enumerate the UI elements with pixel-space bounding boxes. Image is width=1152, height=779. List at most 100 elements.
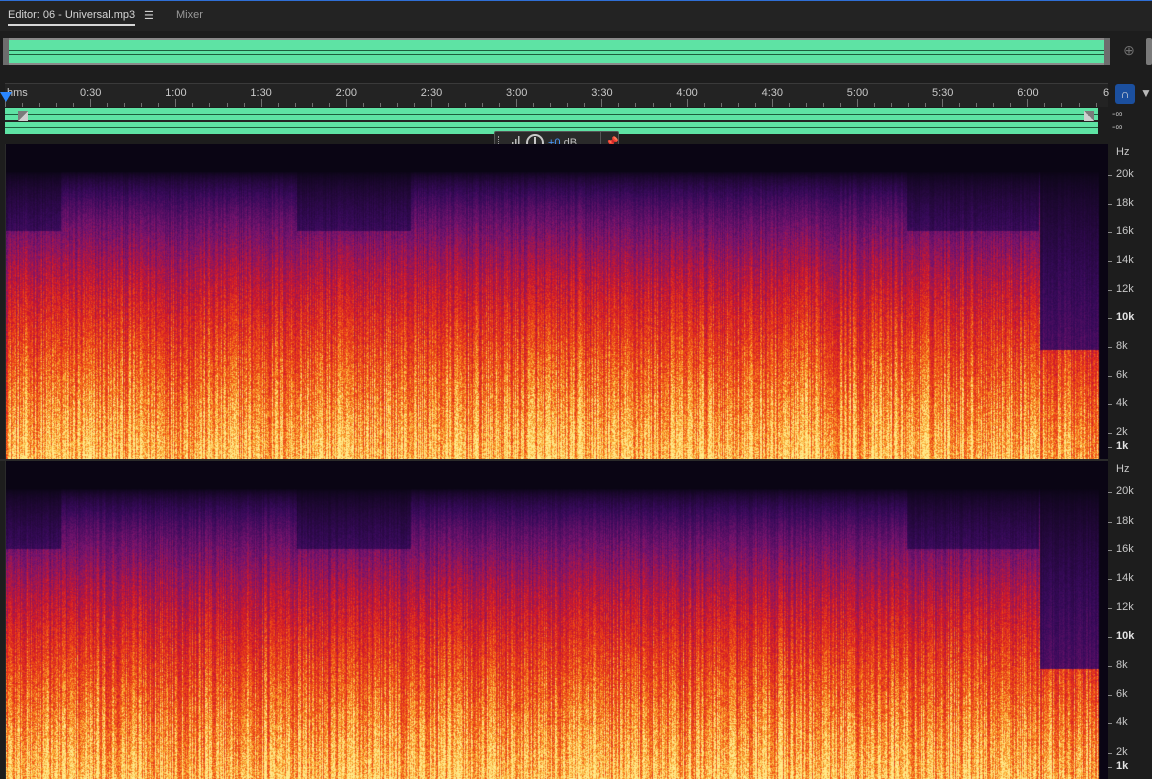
ruler-tick bbox=[1044, 103, 1046, 107]
ruler-tick bbox=[550, 103, 552, 107]
tab-mixer[interactable]: Mixer bbox=[176, 9, 203, 21]
frequency-ruler-left: Hz 20k 18k 16k 14k 12k 10k 8k 6k 4k 2k 1k bbox=[1108, 144, 1152, 459]
frequency-label: 14k bbox=[1116, 572, 1134, 585]
db-readout: -∞ -∞ bbox=[1112, 108, 1122, 134]
ruler-tick bbox=[311, 103, 313, 107]
overview-right-handle[interactable] bbox=[1104, 38, 1110, 65]
marker-pin-icon[interactable]: ▼ bbox=[1140, 86, 1152, 100]
ruler-tick bbox=[959, 103, 961, 107]
frequency-label: 18k bbox=[1116, 197, 1134, 209]
ruler-tick bbox=[277, 103, 279, 107]
overview-navigator[interactable] bbox=[5, 38, 1109, 65]
ruler-tick bbox=[601, 99, 603, 107]
frequency-label: 12k bbox=[1116, 601, 1134, 614]
ruler-tick bbox=[1061, 103, 1063, 107]
ruler-tick bbox=[669, 103, 671, 107]
playhead-marker[interactable] bbox=[0, 92, 12, 102]
frequency-label: 4k bbox=[1116, 716, 1128, 729]
frequency-label: 18k bbox=[1116, 514, 1134, 527]
frequency-label: 8k bbox=[1116, 340, 1128, 352]
ruler-tick bbox=[209, 103, 211, 107]
frequency-tick bbox=[1108, 521, 1112, 523]
ruler-tick bbox=[465, 103, 467, 107]
panel-menu-icon[interactable]: ☰ bbox=[144, 9, 154, 22]
ruler-tick bbox=[874, 103, 876, 107]
ruler-time-label: 6:00 bbox=[1017, 87, 1039, 99]
ruler-tick bbox=[226, 103, 228, 107]
frequency-tick bbox=[1108, 579, 1112, 581]
panel-tab-bar: Editor: 06 - Universal.mp3 ☰ Mixer bbox=[0, 0, 1152, 31]
waveform-line bbox=[5, 114, 1098, 115]
spectrogram-canvas bbox=[6, 144, 1108, 459]
spectrogram-left-channel[interactable] bbox=[5, 144, 1108, 459]
ruler-tick bbox=[328, 103, 330, 107]
ruler-tick bbox=[754, 103, 756, 107]
ruler-time-label: 1:00 bbox=[165, 87, 187, 99]
frequency-tick bbox=[1108, 175, 1112, 176]
frequency-tick bbox=[1108, 433, 1112, 434]
frequency-label: 10k bbox=[1116, 629, 1135, 642]
channel-separator bbox=[5, 120, 1098, 122]
ruler-tick bbox=[618, 103, 620, 107]
ruler-tick bbox=[413, 103, 415, 107]
ruler-tick bbox=[1010, 103, 1012, 107]
ruler-tick bbox=[73, 103, 75, 107]
time-ruler[interactable]: hms 0:30 1:00 1:30 2:00 2:30 3:00 3:30 4:00 4:30… bbox=[5, 83, 1109, 107]
ruler-tick bbox=[431, 99, 432, 107]
ruler-time-label: 5:30 bbox=[932, 87, 954, 99]
ruler-tick bbox=[90, 99, 92, 107]
scroll-edge[interactable] bbox=[1146, 38, 1152, 65]
ruler-tick bbox=[175, 99, 177, 107]
ruler-time-label: 3:30 bbox=[591, 87, 613, 99]
frequency-tick bbox=[1108, 766, 1112, 768]
ruler-tick bbox=[294, 103, 296, 107]
ruler-time-label: 1:30 bbox=[250, 87, 272, 99]
frequency-label: 10k bbox=[1116, 311, 1135, 323]
ruler-tick bbox=[891, 103, 893, 107]
ruler-tick bbox=[1095, 103, 1097, 107]
frequency-label: 6k bbox=[1116, 369, 1128, 381]
ruler-tick bbox=[925, 103, 927, 107]
ruler-tick bbox=[805, 103, 807, 107]
ruler-tick bbox=[260, 99, 262, 107]
ruler-tick bbox=[482, 103, 484, 107]
frequency-label: 4k bbox=[1116, 397, 1128, 409]
frequency-label: 1k bbox=[1116, 759, 1129, 772]
waveform-line bbox=[5, 127, 1098, 128]
frequency-unit-label: Hz bbox=[1116, 463, 1130, 475]
frequency-tick bbox=[1108, 347, 1112, 348]
headphone-icon[interactable]: ∩ bbox=[1115, 84, 1135, 104]
db-top-label: -∞ bbox=[1112, 109, 1123, 120]
ruler-tick bbox=[499, 103, 501, 107]
spectrogram-canvas bbox=[6, 461, 1108, 779]
frequency-label: 2k bbox=[1116, 745, 1128, 758]
ruler-tick bbox=[635, 103, 637, 107]
zoom-icon[interactable]: ⊕ bbox=[1120, 42, 1138, 60]
ruler-tick bbox=[771, 99, 773, 107]
ruler-tick bbox=[737, 103, 739, 107]
frequency-ruler-right: Hz 20k 18k 16k 14k 12k 10k 8k 6k 4k 2k 1k bbox=[1108, 461, 1152, 779]
spectrogram-right-channel[interactable] bbox=[5, 461, 1108, 779]
ruler-time-label: 2:30 bbox=[420, 87, 443, 99]
fade-in-handle[interactable] bbox=[18, 111, 28, 121]
ruler-tick bbox=[158, 103, 160, 107]
ruler-tick bbox=[141, 103, 143, 107]
frequency-tick bbox=[1108, 318, 1112, 319]
db-bottom-label: -∞ bbox=[1112, 122, 1123, 133]
overview-left-handle[interactable] bbox=[3, 38, 9, 65]
ruler-time-label: 3:00 bbox=[506, 87, 528, 99]
frequency-tick bbox=[1108, 608, 1112, 610]
ruler-tick bbox=[379, 103, 381, 107]
ruler-tick bbox=[908, 103, 910, 107]
ruler-time-label: 5:00 bbox=[846, 87, 869, 99]
fade-out-handle[interactable] bbox=[1084, 111, 1094, 121]
frequency-tick bbox=[1108, 376, 1112, 377]
tab-editor[interactable]: Editor: 06 - Universal.mp3 bbox=[8, 9, 136, 26]
ruler-tick bbox=[396, 103, 398, 107]
overview-channel-line bbox=[7, 54, 1107, 55]
frequency-tick bbox=[1108, 549, 1112, 551]
ruler-tick bbox=[942, 99, 944, 107]
ruler-tick bbox=[839, 103, 841, 107]
frequency-label: 12k bbox=[1116, 283, 1134, 295]
frequency-label: 2k bbox=[1116, 426, 1128, 438]
